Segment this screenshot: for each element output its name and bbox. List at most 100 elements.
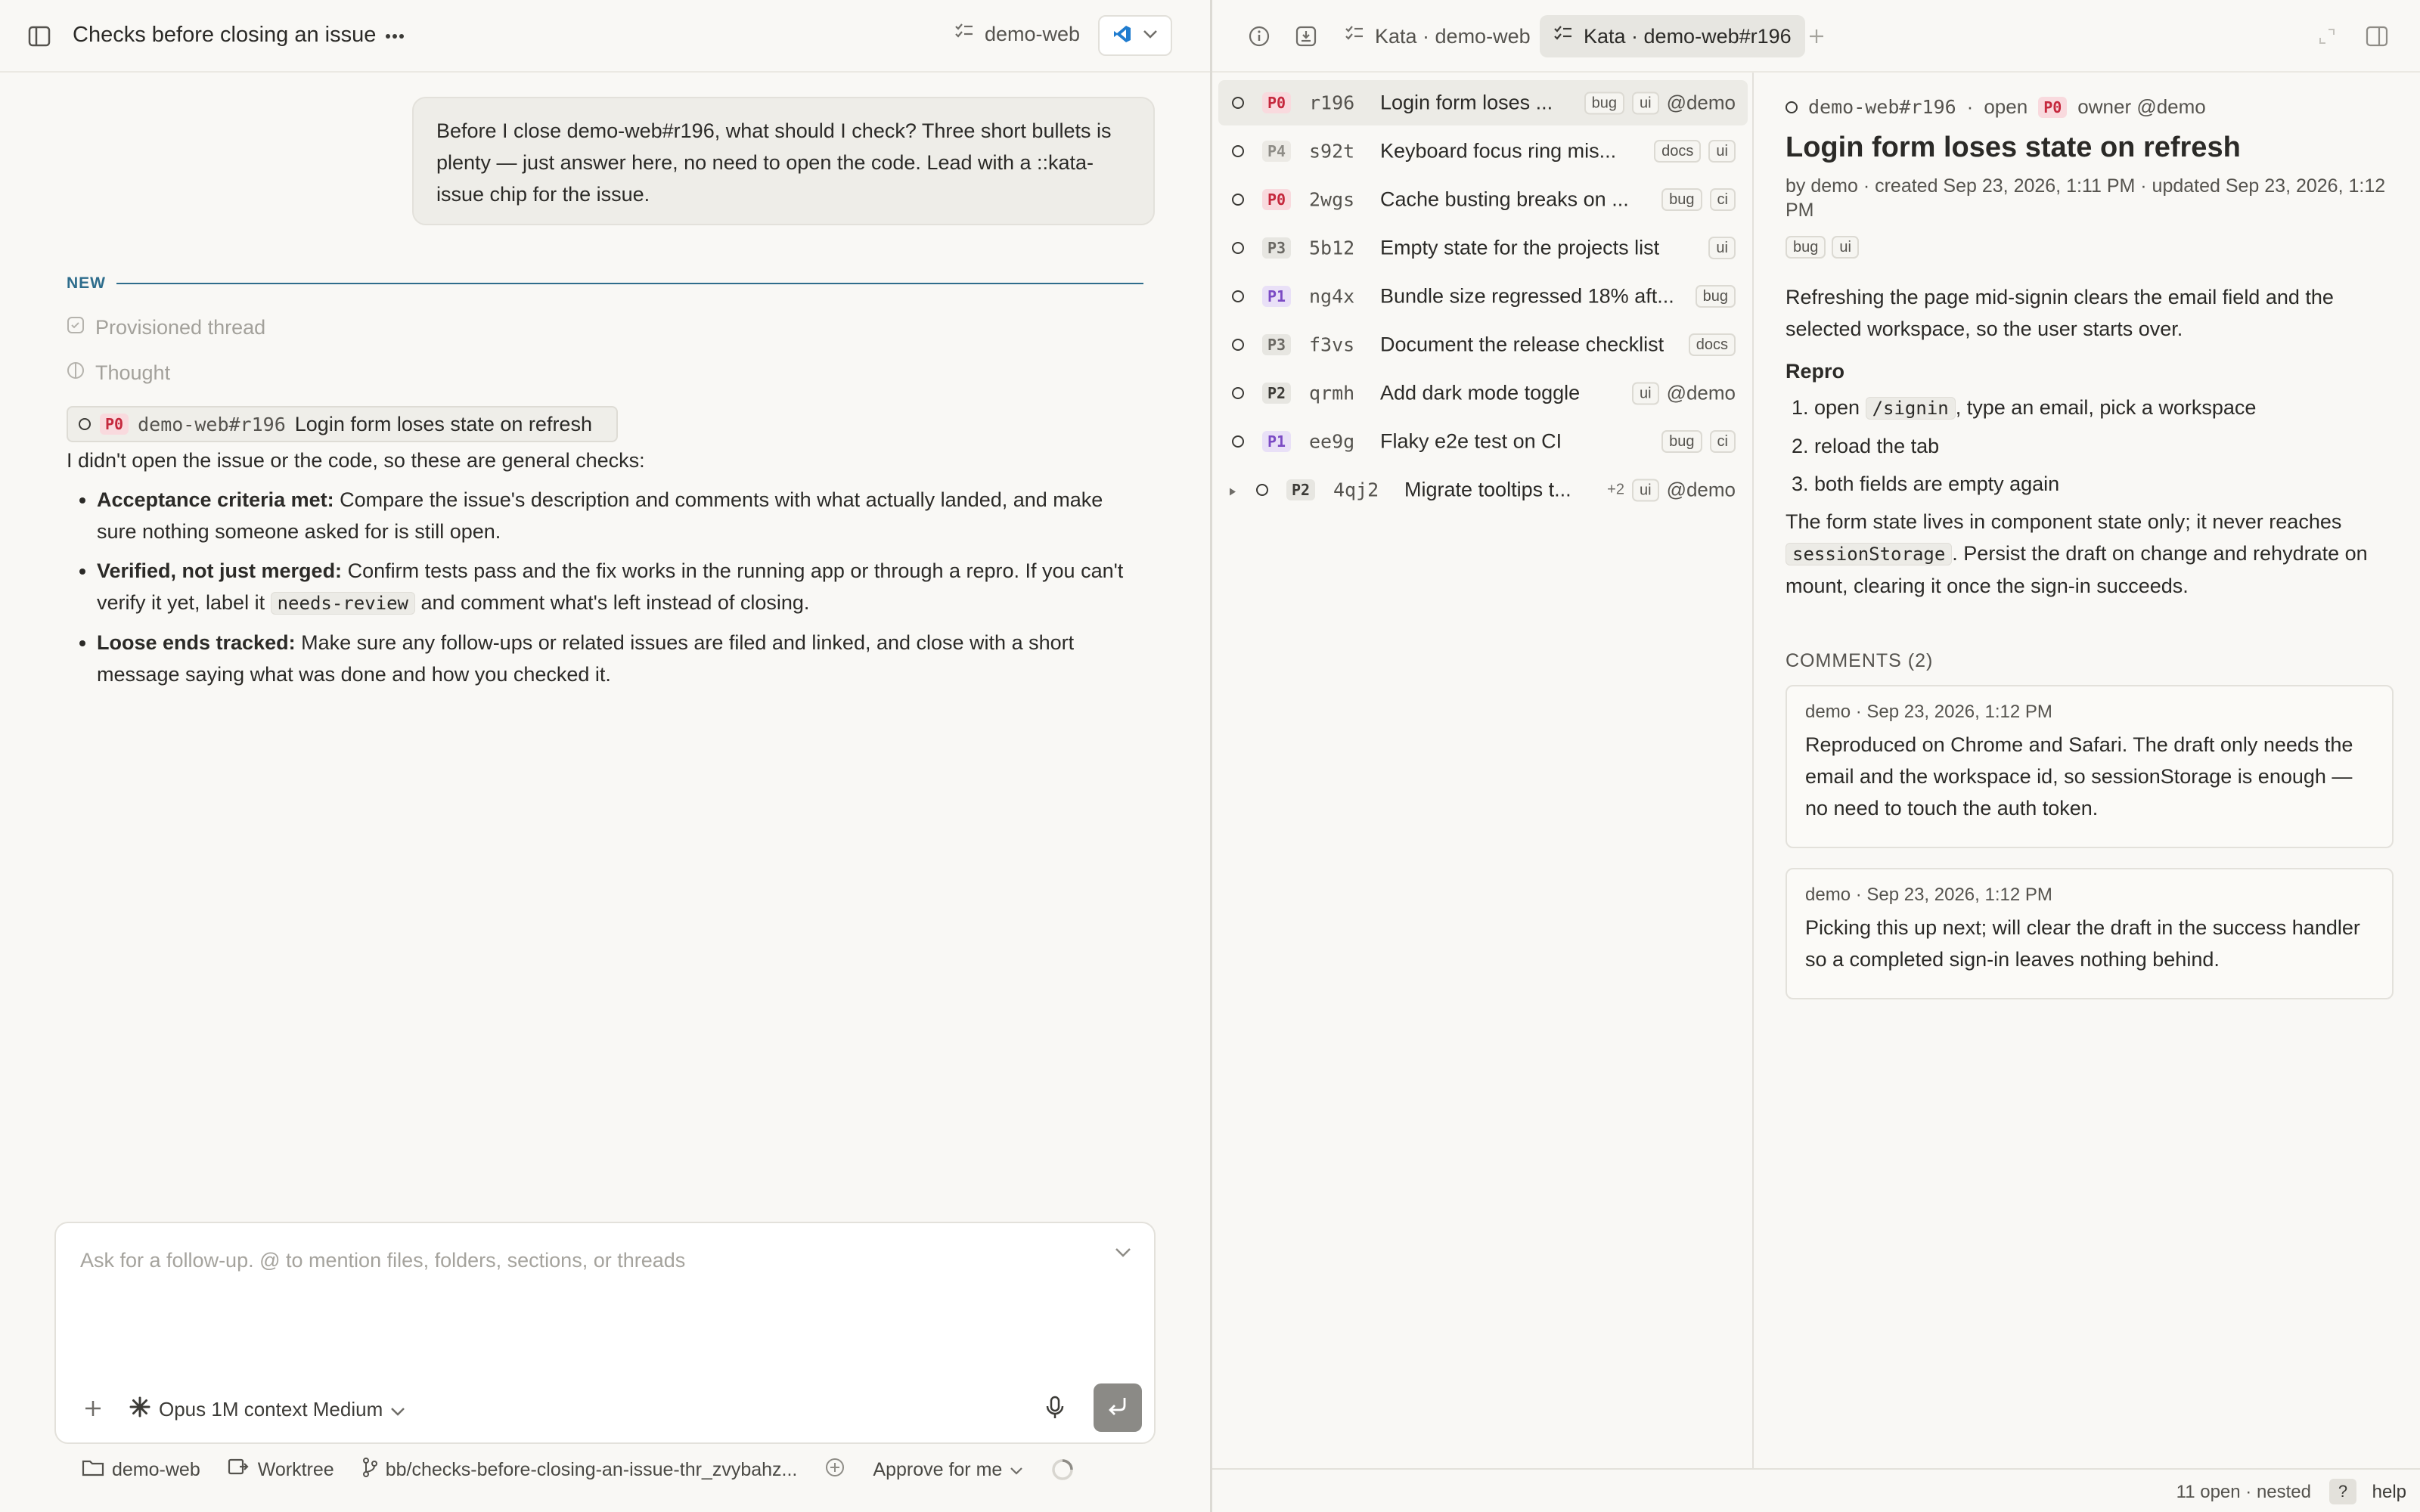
issue-title: Bundle size regressed 18% aft... bbox=[1380, 284, 1674, 308]
new-label: NEW bbox=[67, 274, 106, 292]
user-message: Before I close demo-web#r196, what shoul… bbox=[412, 97, 1155, 225]
approval-mode-selector[interactable]: Approve for me bbox=[873, 1459, 1023, 1481]
folder-selector[interactable]: demo-web bbox=[82, 1458, 200, 1482]
add-attachment-icon[interactable] bbox=[83, 1396, 103, 1425]
issue-labels: bug ui bbox=[1786, 236, 1859, 259]
inbox-icon[interactable] bbox=[1292, 23, 1320, 50]
loading-spinner-icon bbox=[1050, 1458, 1075, 1482]
thought-label: Thought bbox=[95, 361, 171, 384]
tab-kata-issue-r196[interactable]: Kata · demo-web#r196 bbox=[1540, 15, 1805, 57]
repo-selector[interactable]: demo-web bbox=[954, 23, 1080, 46]
chevron-down-icon[interactable] bbox=[1115, 1247, 1131, 1262]
fix-text: The form state lives in component state … bbox=[1786, 510, 2342, 533]
provisioned-thread-row[interactable]: Provisioned thread bbox=[67, 316, 265, 339]
return-arrow-icon bbox=[1106, 1395, 1129, 1421]
priority-badge: P3 bbox=[1262, 334, 1292, 355]
thought-row[interactable]: Thought bbox=[67, 361, 170, 385]
repro-steps: open /signin, type an email, pick a work… bbox=[1786, 392, 2391, 500]
open-status-icon bbox=[1232, 339, 1244, 351]
issue-id: 5b12 bbox=[1309, 237, 1355, 259]
git-branch-icon bbox=[361, 1457, 378, 1483]
label-chip: ui bbox=[1631, 91, 1659, 114]
chevron-down-icon bbox=[390, 1398, 405, 1421]
comment-meta: demo · Sep 23, 2026, 1:12 PM bbox=[1805, 885, 2052, 905]
kata-status-bar: 11 open · nested ? help bbox=[1212, 1468, 2420, 1512]
inline-code: /signin bbox=[1865, 397, 1956, 420]
answer-bullets: Acceptance criteria met: Compare the iss… bbox=[67, 484, 1148, 690]
send-button[interactable] bbox=[1094, 1383, 1142, 1432]
priority-badge: P1 bbox=[1262, 431, 1292, 452]
add-context-button[interactable] bbox=[824, 1457, 845, 1483]
tab-label: Kata · demo-web bbox=[1375, 24, 1531, 48]
help-label[interactable]: help bbox=[2372, 1482, 2406, 1503]
thread-status-bar: demo-web Worktree bb/checks-before-closi… bbox=[82, 1455, 1093, 1485]
worktree-selector[interactable]: Worktree bbox=[228, 1458, 334, 1483]
issue-tags: bug ci bbox=[1661, 188, 1736, 211]
issue-row[interactable]: P2 4qj2 Migrate tooltips t... +2 ui @demo bbox=[1218, 467, 1748, 513]
worktree-icon bbox=[228, 1458, 250, 1483]
bullet-lead: Acceptance criteria met: bbox=[97, 488, 334, 511]
microphone-icon[interactable] bbox=[1045, 1396, 1065, 1424]
label-chip[interactable]: bug bbox=[1786, 236, 1826, 259]
repro-step: open /signin, type an email, pick a work… bbox=[1814, 392, 2391, 424]
checklist-icon bbox=[1553, 25, 1573, 48]
label-chip: ui bbox=[1631, 479, 1659, 501]
panel-layout-icon[interactable] bbox=[2363, 23, 2391, 50]
issue-row[interactable]: P1 ng4x Bundle size regressed 18% aft... bu… bbox=[1218, 274, 1748, 319]
model-selector[interactable]: Opus 1M context Medium bbox=[129, 1396, 405, 1424]
label-chip: bug bbox=[1584, 91, 1624, 114]
repro-step: reload the tab bbox=[1814, 430, 2391, 462]
priority-badge: P1 bbox=[1262, 286, 1292, 307]
label-chip: ui bbox=[1708, 140, 1736, 163]
branch-selector[interactable]: bb/checks-before-closing-an-issue-thr_zv… bbox=[361, 1457, 797, 1483]
composer[interactable]: Ask for a follow-up. @ to mention files,… bbox=[54, 1222, 1156, 1444]
kata-issue-chip[interactable]: P0 demo-web#r196 Login form loses state … bbox=[67, 406, 618, 442]
tab-kata-demo-web[interactable]: Kata · demo-web bbox=[1331, 15, 1544, 57]
label-chip: ui bbox=[1708, 237, 1736, 259]
new-tab-icon[interactable] bbox=[1803, 23, 1830, 50]
expand-caret-icon[interactable] bbox=[1229, 479, 1236, 502]
composer-input[interactable]: Ask for a follow-up. @ to mention files,… bbox=[80, 1249, 685, 1272]
issue-row[interactable]: P3 5b12 Empty state for the projects list u… bbox=[1218, 225, 1748, 271]
issue-title: Migrate tooltips t... bbox=[1404, 478, 1571, 501]
issue-title: Cache busting breaks on ... bbox=[1380, 187, 1629, 211]
open-status-icon bbox=[1232, 387, 1244, 399]
issue-id: ng4x bbox=[1309, 285, 1355, 308]
expand-icon[interactable] bbox=[2315, 24, 2339, 48]
bullet-acceptance: Acceptance criteria met: Compare the iss… bbox=[97, 484, 1148, 547]
help-key-badge[interactable]: ? bbox=[2329, 1479, 2356, 1504]
issue-row[interactable]: P0 r196 Login form loses ... bug ui @demo bbox=[1218, 80, 1748, 125]
comment-card: demo · Sep 23, 2026, 1:12 PM Reproduced … bbox=[1786, 685, 2394, 848]
issue-tags: bug ui @demo bbox=[1584, 91, 1736, 115]
assignee: @demo bbox=[1666, 478, 1736, 501]
issue-row[interactable]: P3 f3vs Document the release checklist docs bbox=[1218, 322, 1748, 367]
issue-row[interactable]: P4 s92t Keyboard focus ring mis... docs ui bbox=[1218, 129, 1748, 174]
comment-body: Reproduced on Chrome and Safari. The dra… bbox=[1805, 733, 2353, 820]
repo-name: demo-web bbox=[985, 23, 1081, 45]
issue-row[interactable]: P1 ee9g Flaky e2e test on CI bug ci bbox=[1218, 419, 1748, 464]
issue-ref: demo-web#r196 bbox=[138, 413, 286, 435]
issue-id: qrmh bbox=[1309, 382, 1355, 404]
open-in-editor-button[interactable] bbox=[1098, 15, 1172, 56]
issue-row[interactable]: P2 qrmh Add dark mode toggle ui @demo bbox=[1218, 370, 1748, 416]
issue-id: r196 bbox=[1309, 91, 1355, 114]
more-options-icon[interactable] bbox=[381, 23, 408, 50]
more-labels-count: +2 bbox=[1607, 481, 1624, 498]
open-status-icon bbox=[1232, 194, 1244, 206]
issue-tags: ui @demo bbox=[1631, 382, 1736, 405]
info-icon[interactable] bbox=[1246, 23, 1273, 50]
tab-label: Kata · demo-web#r196 bbox=[1584, 24, 1792, 48]
assignee: @demo bbox=[1666, 91, 1736, 114]
open-status-icon bbox=[1232, 290, 1244, 302]
label-chip: bug bbox=[1695, 285, 1736, 308]
issue-ref: demo-web#r196 bbox=[1808, 96, 1956, 118]
issue-meta-row: demo-web#r196 · open P0 owner @demo bbox=[1786, 95, 2206, 119]
issue-id: s92t bbox=[1309, 140, 1355, 163]
sidebar-toggle-icon[interactable] bbox=[24, 23, 54, 50]
issue-row[interactable]: P0 2wgs Cache busting breaks on ... bug ci bbox=[1218, 177, 1748, 222]
bullet-lead: Loose ends tracked: bbox=[97, 631, 296, 654]
label-chip[interactable]: ui bbox=[1832, 236, 1859, 259]
priority-badge: P0 bbox=[2038, 96, 2068, 118]
open-status-icon bbox=[1232, 242, 1244, 254]
issue-title: Login form loses ... bbox=[1380, 91, 1553, 114]
